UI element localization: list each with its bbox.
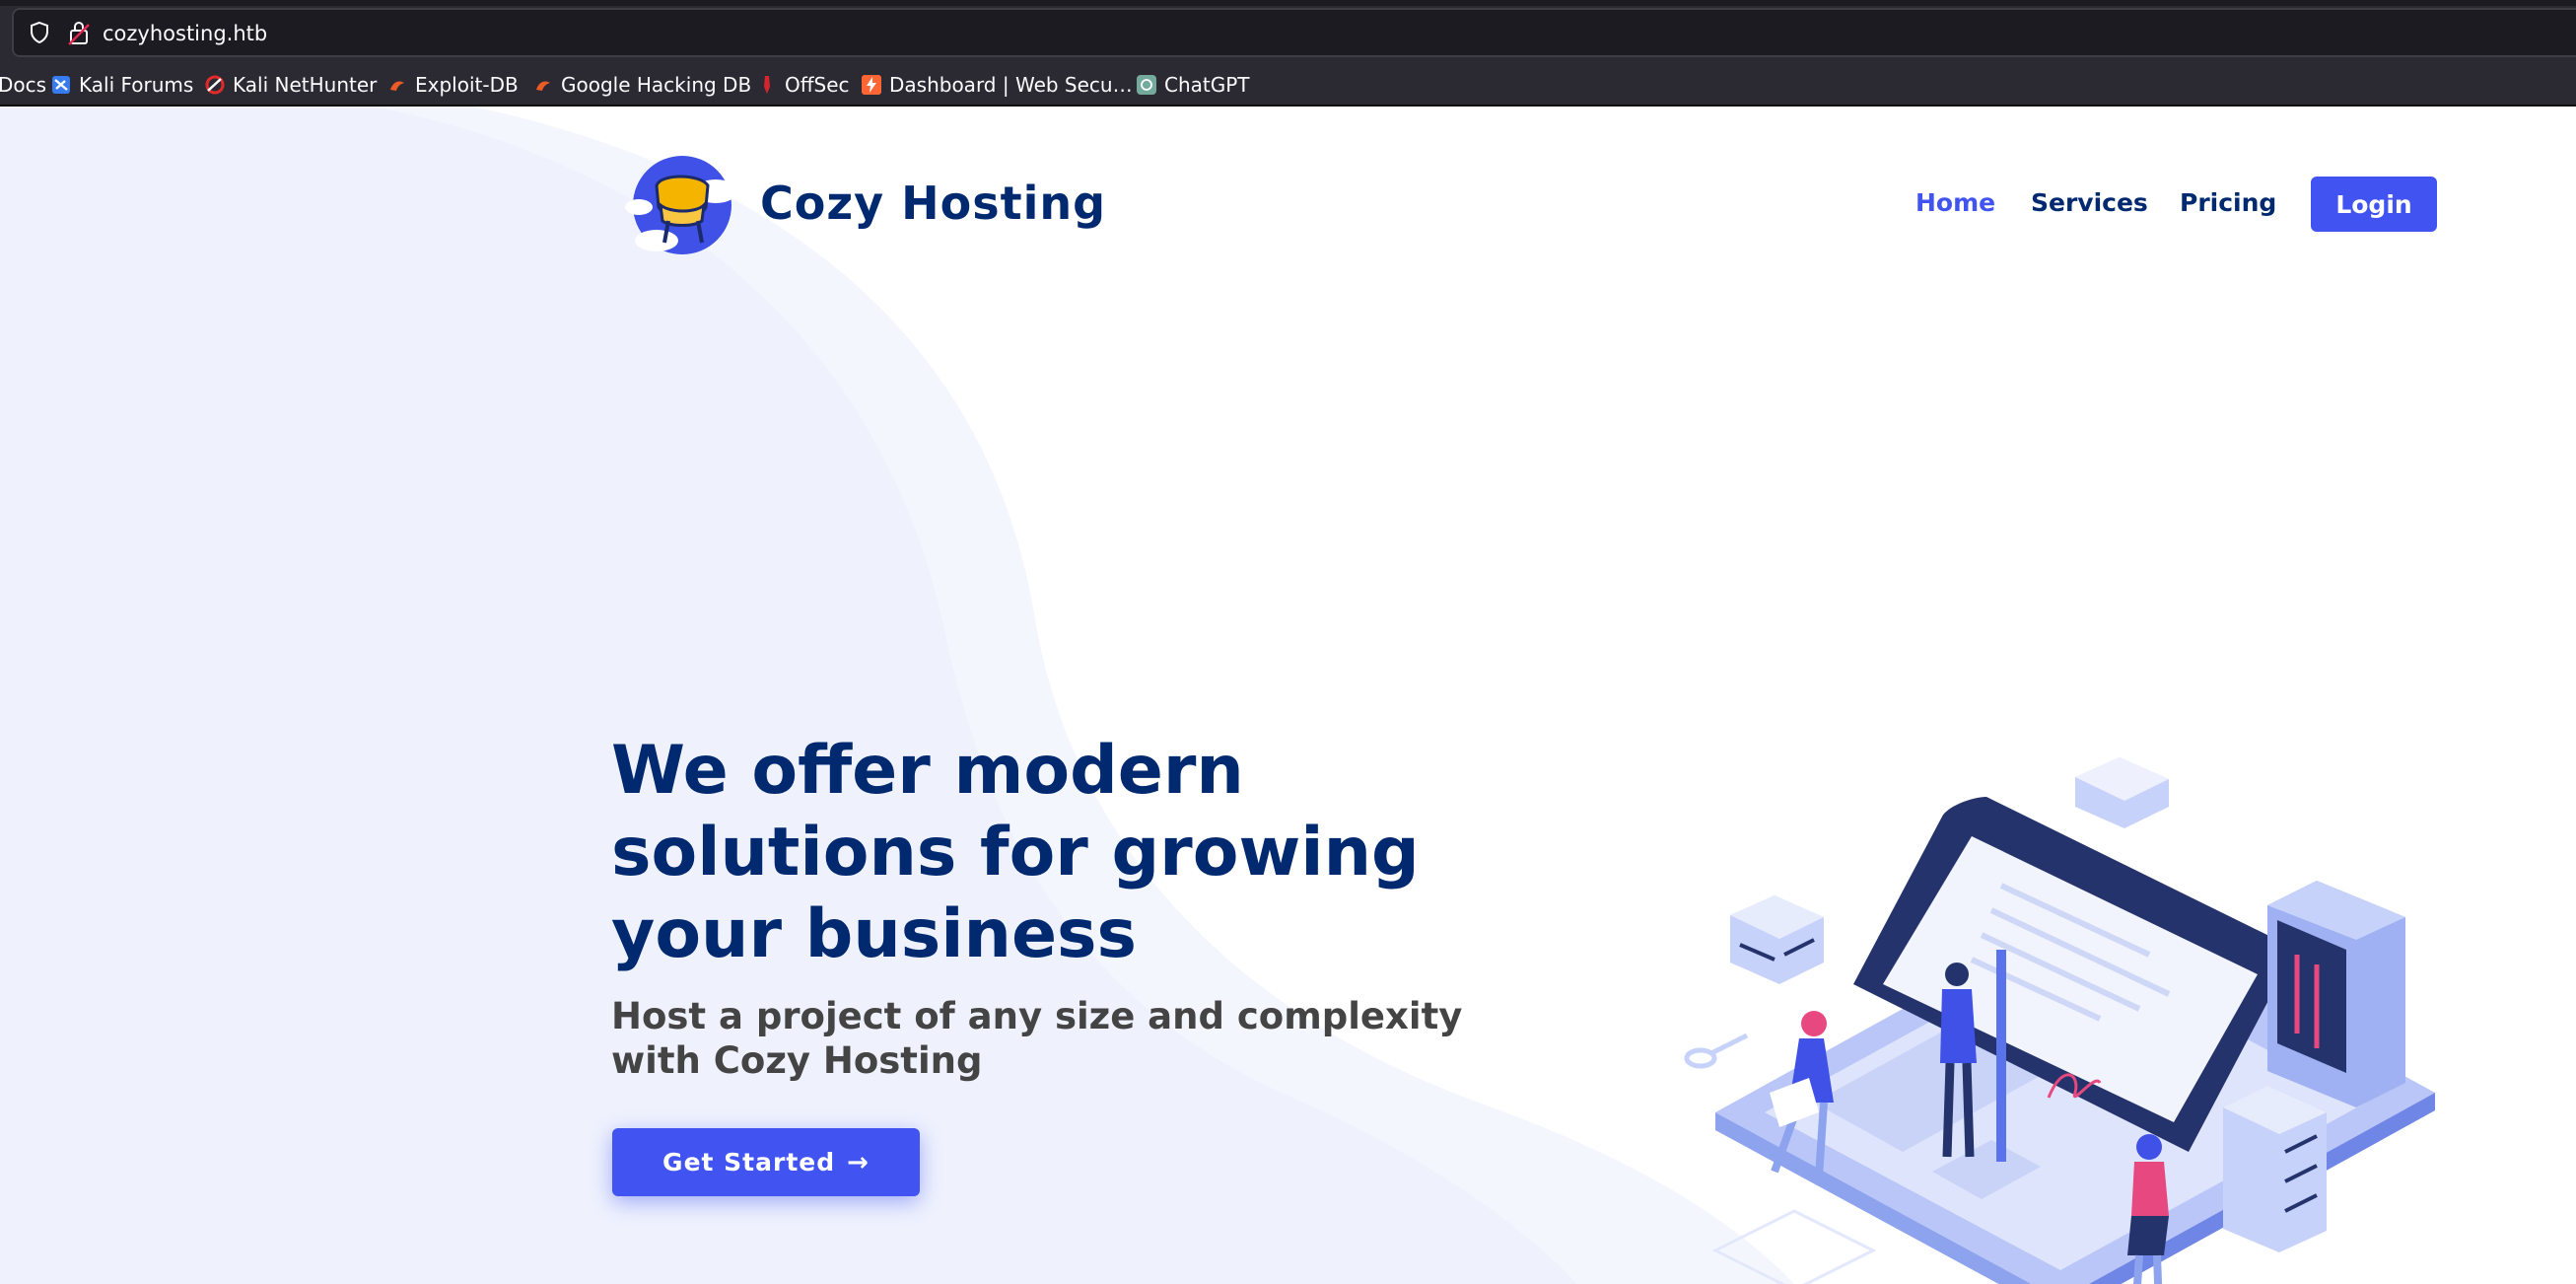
chatgpt-icon [1137, 75, 1156, 95]
web-page: Cozy Hosting Home Services Pricing Login… [0, 107, 2576, 1284]
bookmark-label: OffSec [785, 73, 850, 97]
nav-pricing[interactable]: Pricing [2180, 187, 2276, 219]
offsec-icon [764, 76, 770, 94]
bookmarks-toolbar: Docs Kali Forums Kali NetHunter Exploit-… [0, 65, 2576, 105]
url-text[interactable]: cozyhosting.htb [103, 20, 267, 47]
bookmark-chatgpt[interactable]: ChatGPT [1137, 65, 1250, 105]
lock-icon[interactable] [67, 19, 91, 46]
login-button[interactable]: Login [2311, 177, 2437, 232]
site-header: Cozy Hosting Home Services Pricing Login [0, 107, 2576, 304]
key-illustration [1684, 1033, 1749, 1069]
get-started-button[interactable]: Get Started → [612, 1128, 920, 1196]
exploitdb-icon [390, 81, 404, 91]
bookmark-label: Google Hacking DB [561, 73, 752, 97]
cozy-hosting-logo[interactable] [621, 150, 745, 258]
bookmark-label: Kali NetHunter [233, 73, 378, 97]
bookmark-label: Exploit-DB [415, 73, 519, 97]
bookmark-offsec[interactable]: OffSec [757, 65, 850, 105]
arrow-right-icon: → [847, 1147, 870, 1177]
bookmark-google-hacking-db[interactable]: Google Hacking DB [533, 65, 751, 105]
shield-icon[interactable] [28, 21, 51, 44]
server-box-top [2075, 757, 2169, 828]
server-tower-illustration [2267, 881, 2405, 1107]
bookmark-docs[interactable]: Docs [0, 65, 46, 105]
bookmark-label: Dashboard | Web Secu… [889, 73, 1133, 97]
bookmark-kali-nethunter[interactable]: Kali NetHunter [205, 65, 377, 105]
browser-chrome: cozyhosting.htb Docs Kali Forums Kali Ne… [0, 0, 2576, 107]
bookmark-label: Docs [0, 73, 47, 97]
bookmark-dashboard-web-security[interactable]: Dashboard | Web Secu… [862, 65, 1133, 105]
nethunter-icon [205, 75, 225, 95]
nav-home[interactable]: Home [1915, 187, 1995, 219]
tab-strip-edge [0, 0, 2576, 6]
ghdb-icon [536, 81, 550, 91]
bookmark-label: ChatGPT [1164, 73, 1250, 97]
server-stack-left [1730, 895, 1824, 984]
floor-tile-outline [1711, 1209, 1877, 1284]
server-stack-right [2223, 1086, 2327, 1252]
hero-title: We offer modern solutions for growing yo… [611, 732, 1420, 973]
bookmark-label: Kali Forums [79, 73, 194, 97]
bookmark-kali-forums[interactable]: Kali Forums [51, 65, 193, 105]
kali-forums-icon [52, 76, 70, 94]
hero-illustration [1684, 757, 2435, 1284]
bookmark-exploit-db[interactable]: Exploit-DB [387, 65, 519, 105]
nav-services[interactable]: Services [2031, 187, 2148, 219]
address-bar[interactable]: cozyhosting.htb [12, 8, 2576, 57]
hero-subtitle: Host a project of any size and complexit… [611, 995, 1463, 1082]
get-started-label: Get Started [662, 1148, 836, 1177]
site-brand[interactable]: Cozy Hosting [760, 176, 1106, 231]
portswigger-icon [862, 75, 881, 95]
